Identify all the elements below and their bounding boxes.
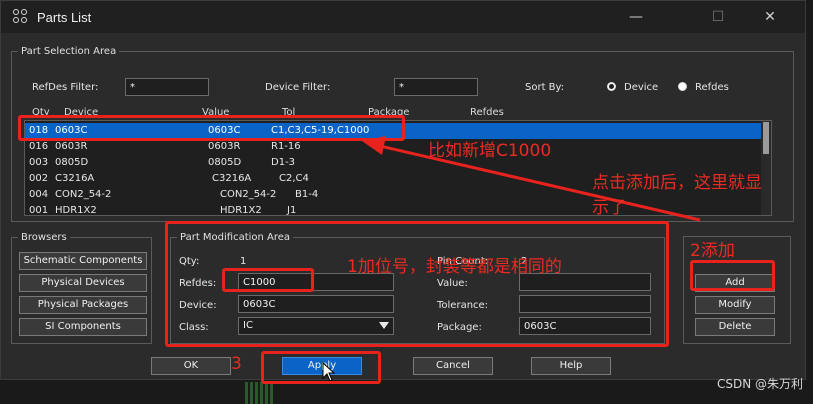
annotation-step2: 2添加 bbox=[690, 241, 735, 261]
annotation-step3: 3 bbox=[231, 354, 242, 374]
annotation-new-c1000: 比如新增C1000 bbox=[428, 141, 552, 161]
annotation-step1: 1加位号，封装等都是相同的 bbox=[347, 257, 562, 277]
watermark: CSDN @朱万利 bbox=[716, 377, 803, 391]
annotation-arrow-head bbox=[362, 136, 386, 155]
annotation-arrows bbox=[362, 136, 701, 222]
annotation-click-add-line1: 点击添加后，这里就显 bbox=[592, 173, 762, 193]
annotation-click-add-line2: 示了 bbox=[592, 198, 626, 218]
